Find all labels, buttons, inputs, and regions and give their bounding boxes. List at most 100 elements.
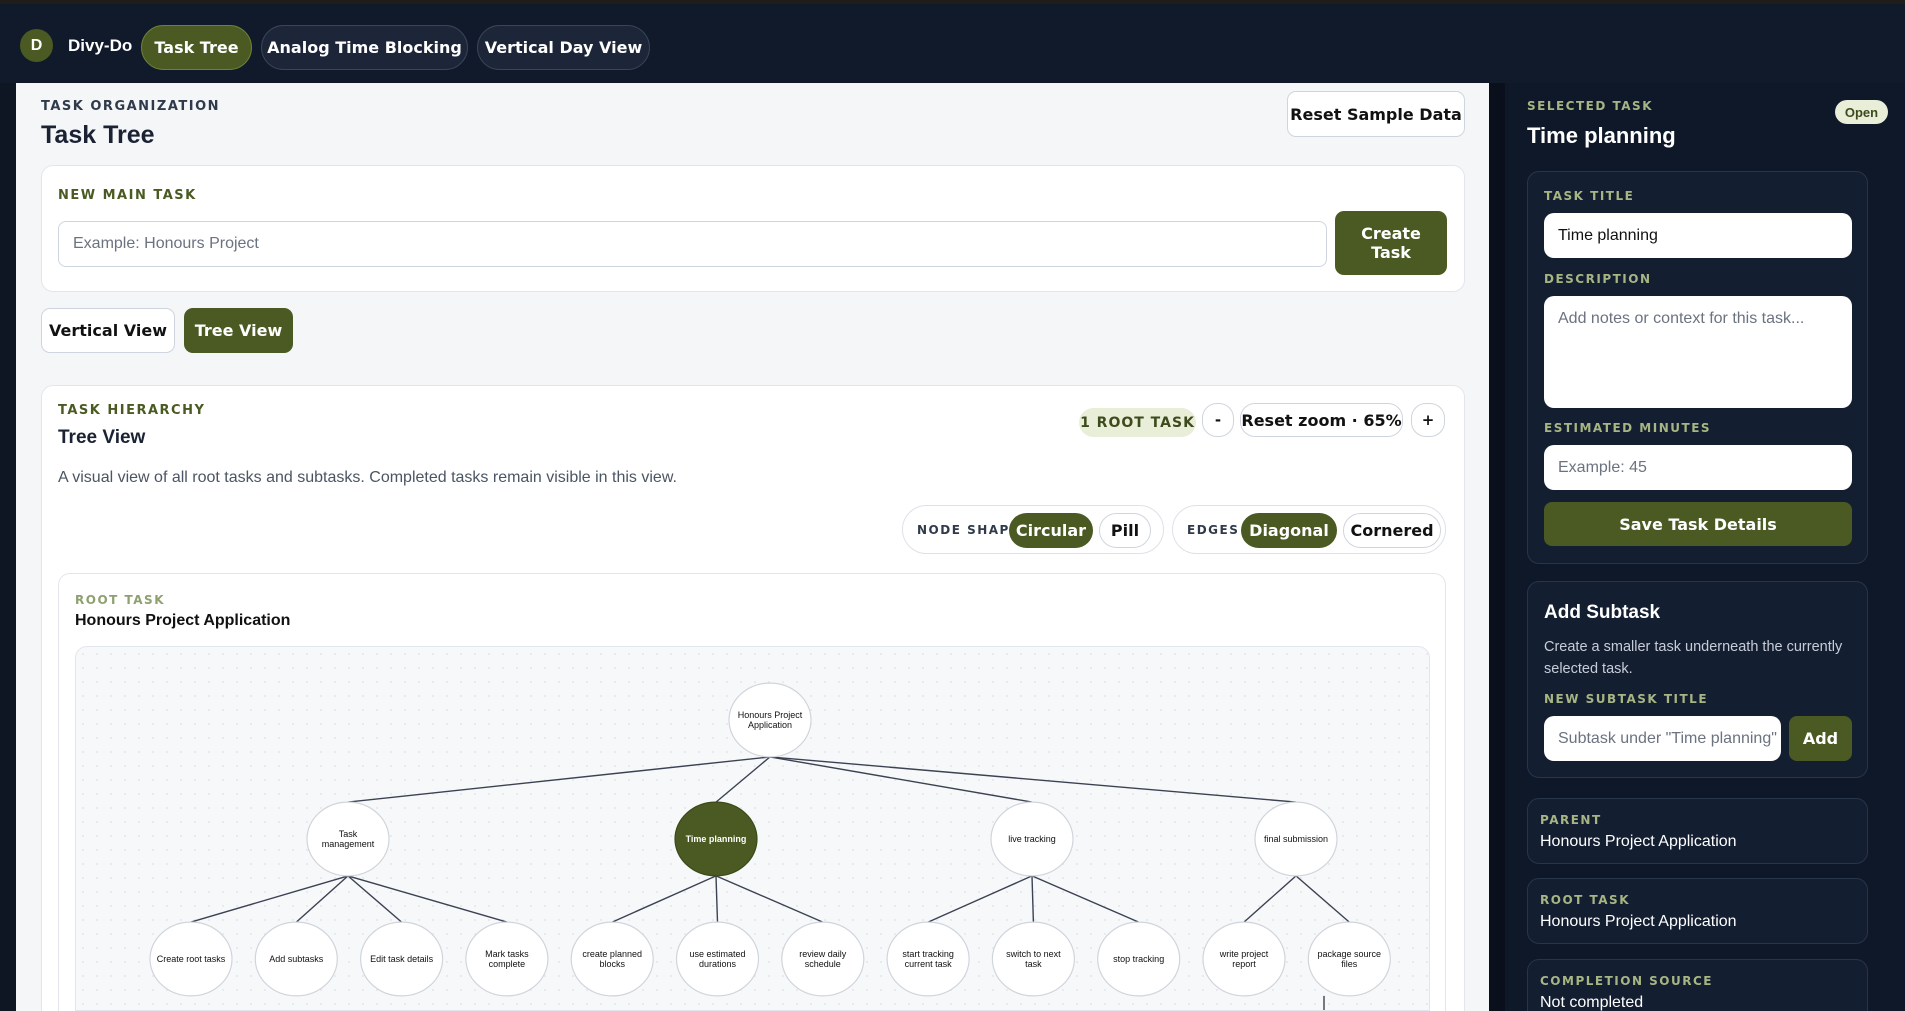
tree-node[interactable]: Add subtasks (254, 921, 338, 997)
tree-edge (347, 756, 771, 803)
root-task-label: ROOT TASK (1540, 893, 1630, 907)
reset-zoom-button[interactable]: Reset zoom · 65% (1240, 403, 1403, 437)
root-task-eyebrow: ROOT TASK (75, 593, 165, 607)
tree-node-label: current task (905, 959, 953, 969)
tab-analog-time-blocking[interactable]: Analog Time Blocking (261, 25, 468, 70)
tree-node-label: write project (1219, 949, 1269, 959)
add-subtask-title: Add Subtask (1544, 602, 1661, 623)
tree-node[interactable]: Edit task details (360, 921, 444, 997)
tree-node[interactable]: write projectreport (1202, 921, 1286, 997)
tree-node[interactable]: stop tracking (1097, 921, 1181, 997)
tree-node-label: create planned (582, 949, 642, 959)
parent-card: PARENT Honours Project Application (1527, 798, 1868, 864)
hierarchy-description: A visual view of all root tasks and subt… (58, 469, 677, 486)
zoom-out-button[interactable]: - (1202, 403, 1234, 437)
node-shape-circular[interactable]: Circular (1009, 513, 1093, 548)
tree-node-label: final submission (1264, 834, 1328, 844)
selected-task-title: Time planning (1527, 123, 1676, 148)
tree-node-label: package source (1318, 949, 1382, 959)
zoom-in-button[interactable]: + (1411, 403, 1445, 437)
new-subtask-input[interactable]: Subtask under "Time planning" (1544, 716, 1781, 761)
tree-view-button[interactable]: Tree View (184, 308, 293, 353)
tree-node[interactable]: review dailyschedule (781, 921, 865, 997)
tree-node[interactable]: switch to nexttask (991, 921, 1076, 997)
tree-node[interactable]: final submission (1254, 801, 1338, 877)
app-name: Divy-Do (68, 35, 133, 55)
root-task-title: Honours Project Application (75, 612, 291, 629)
top-navigation-bar: D Divy-Do Task Tree Analog Time Blocking… (0, 0, 1905, 83)
tree-node-label: Time planning (686, 834, 747, 844)
tree-edge (1031, 875, 1139, 923)
tree-node[interactable]: Honours ProjectApplication (728, 682, 812, 758)
task-details-card: TASK TITLE Time planning DESCRIPTION Add… (1527, 171, 1868, 564)
tree-node[interactable]: create plannedblocks (570, 921, 654, 997)
new-task-input[interactable]: Example: Honours Project (58, 221, 1327, 267)
edges-control: EDGES Diagonal Cornered (1172, 505, 1446, 554)
main-content: TASK ORGANIZATION Task Tree Reset Sample… (16, 83, 1489, 1011)
tree-node[interactable]: package sourcefiles (1307, 921, 1391, 997)
root-task-value: Honours Project Application (1540, 913, 1737, 930)
tree-edge (347, 875, 403, 923)
tree-edge (1295, 875, 1350, 923)
root-task-info-card: ROOT TASK Honours Project Application (1527, 878, 1868, 944)
tree-node-label: files (1341, 959, 1358, 969)
tree-node[interactable]: Time planning (674, 801, 758, 877)
tree-node[interactable]: use estimateddurations (675, 921, 760, 997)
task-title-label: TASK TITLE (1544, 189, 1635, 203)
save-task-details-button[interactable]: Save Task Details (1544, 502, 1852, 546)
reset-sample-data-button[interactable]: Reset Sample Data (1287, 91, 1465, 137)
tree-canvas[interactable]: Create root tasks Add subtasks Edit task d… (75, 646, 1430, 1011)
root-count-badge: 1 ROOT TASK (1079, 408, 1196, 437)
tab-task-tree[interactable]: Task Tree (141, 25, 252, 70)
new-subtask-label: NEW SUBTASK TITLE (1544, 692, 1709, 706)
tree-node-label: management (322, 839, 375, 849)
description-textarea[interactable]: Add notes or context for this task... (1544, 296, 1852, 408)
completion-label: COMPLETION SOURCE (1540, 974, 1713, 988)
hierarchy-eyebrow: TASK HIERARCHY (58, 403, 206, 418)
tree-node[interactable]: live tracking (990, 801, 1074, 877)
tab-vertical-day-view[interactable]: Vertical Day View (477, 25, 650, 70)
tree-edge (611, 875, 717, 923)
minutes-input[interactable]: Example: 45 (1544, 445, 1852, 490)
edges-label: EDGES (1187, 523, 1240, 537)
tree-node-label: task (1025, 959, 1042, 969)
create-task-button[interactable]: Create Task (1335, 211, 1447, 275)
create-task-label-2: Task (1371, 243, 1411, 262)
node-shape-control: NODE SHAPE Circular Pill (902, 505, 1164, 554)
add-subtask-description: Create a smaller task underneath the cur… (1544, 639, 1843, 677)
page-title: Task Tree (41, 121, 155, 149)
tree-node[interactable]: Mark taskscomplete (465, 921, 549, 997)
status-badge: Open (1835, 100, 1888, 124)
create-task-label-1: Create (1361, 224, 1421, 243)
new-task-card: NEW MAIN TASK Example: Honours Project C… (41, 165, 1465, 292)
edges-diagonal[interactable]: Diagonal (1241, 513, 1337, 548)
tree-edge (1031, 875, 1035, 923)
tree-node-label: Edit task details (370, 954, 434, 964)
node-shape-pill[interactable]: Pill (1099, 513, 1151, 548)
new-task-label: NEW MAIN TASK (58, 188, 197, 203)
tree-node[interactable]: Taskmanagement (306, 801, 390, 877)
selected-task-eyebrow: SELECTED TASK (1527, 99, 1653, 113)
tree-edge (1243, 875, 1297, 923)
tree-edge (347, 875, 508, 923)
vertical-view-button[interactable]: Vertical View (41, 308, 175, 353)
tree-node-label: durations (699, 959, 737, 969)
edges-cornered[interactable]: Cornered (1343, 513, 1441, 548)
app-logo: D (20, 29, 53, 62)
tree-node-label: stop tracking (1113, 954, 1164, 964)
add-subtask-card: Add Subtask Create a smaller task undern… (1527, 581, 1868, 778)
task-title-input[interactable]: Time planning (1544, 213, 1852, 258)
sidebar: SELECTED TASK Open Time planning TASK TI… (1489, 83, 1905, 1011)
tree-node-label: Honours Project (738, 710, 803, 720)
add-subtask-button[interactable]: Add (1789, 716, 1852, 761)
tree-node-label: Mark tasks (485, 949, 529, 959)
tree-edge (715, 875, 719, 923)
brand[interactable]: D Divy-Do (20, 29, 132, 62)
tree-node[interactable]: start trackingcurrent task (886, 921, 970, 997)
tree-edge (190, 875, 349, 923)
tree-node-label: complete (489, 959, 526, 969)
completion-value: Not completed (1540, 994, 1644, 1011)
completion-source-card: COMPLETION SOURCE Not completed (1527, 959, 1868, 1011)
tree-node-label: live tracking (1008, 834, 1056, 844)
tree-node[interactable]: Create root tasks (149, 921, 233, 997)
